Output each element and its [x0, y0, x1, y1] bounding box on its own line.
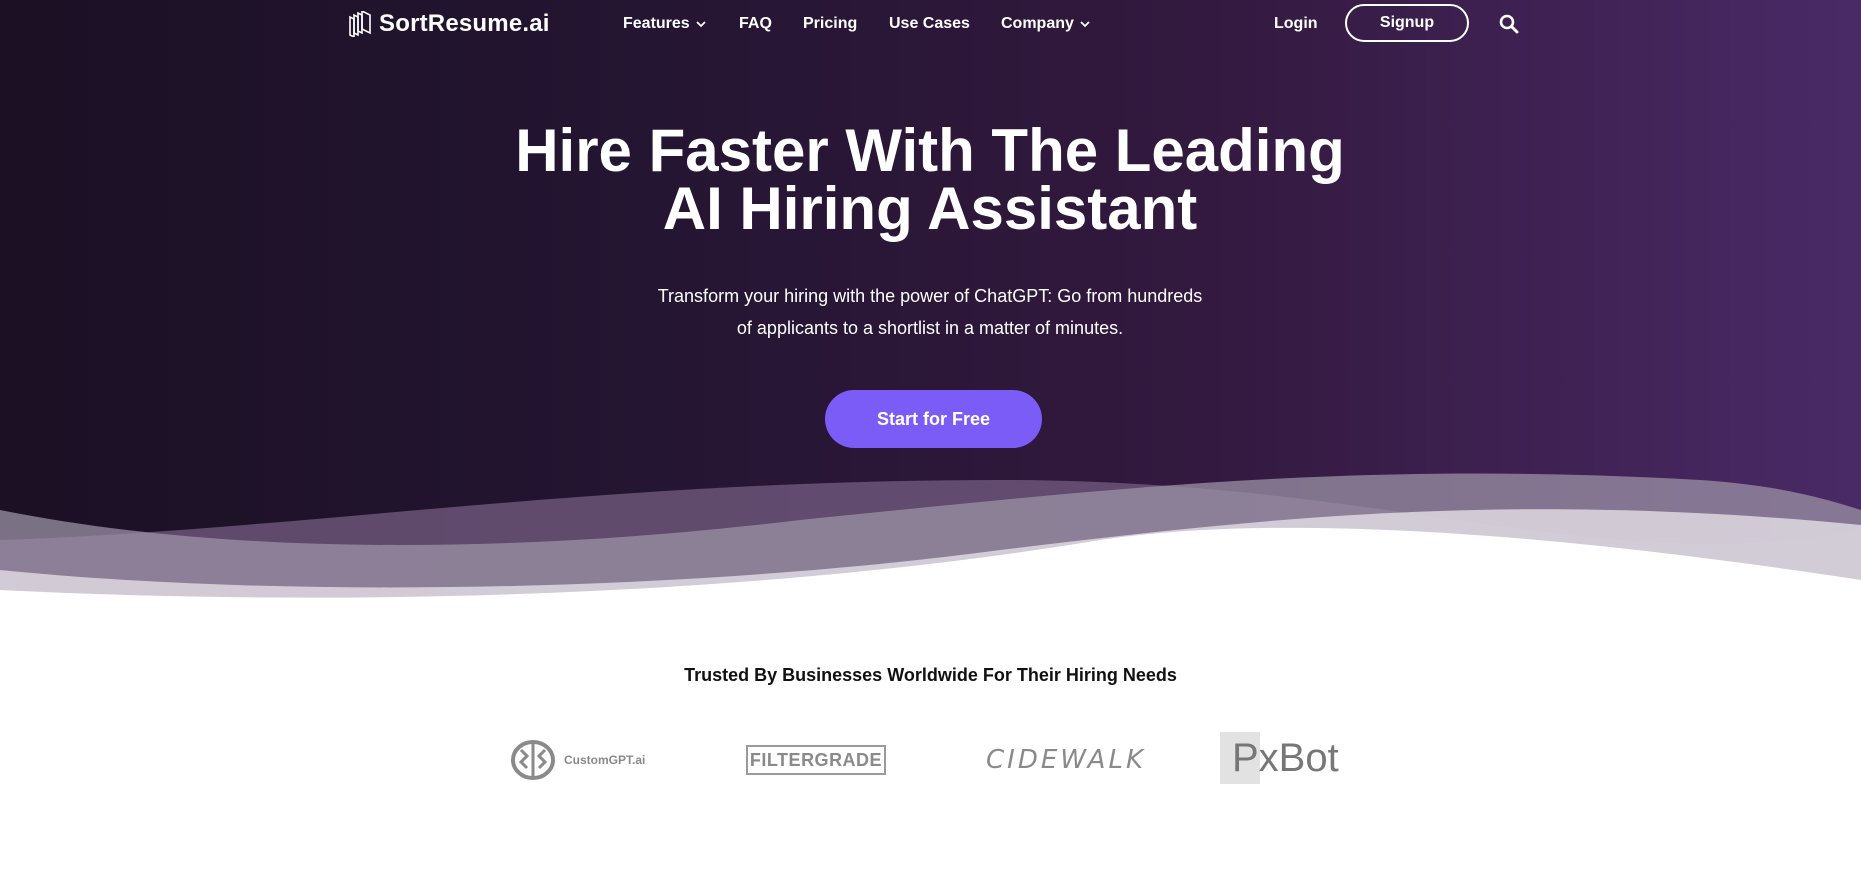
logo-label: PxBot	[1232, 736, 1339, 780]
nav-item-company[interactable]: Company	[1001, 15, 1090, 33]
search-icon[interactable]	[1499, 14, 1519, 34]
logo-filtergrade: FILTERGRADE	[746, 745, 886, 775]
signup-button[interactable]: Signup	[1345, 4, 1469, 42]
top-navigation: SortResume.ai Features FAQ Pricing Use C…	[0, 0, 1861, 50]
logo-customgpt: CustomGPT.ai	[510, 738, 645, 782]
nav-item-faq[interactable]: FAQ	[739, 15, 772, 33]
logo-text: SortResume.ai	[379, 10, 550, 37]
subtext-line: Transform your hiring with the power of …	[657, 286, 1203, 306]
nav-item-label: Use Cases	[889, 15, 970, 32]
headline-line: AI Hiring Assistant	[662, 175, 1198, 242]
nav-item-pricing[interactable]: Pricing	[803, 15, 857, 33]
hero-section: SortResume.ai Features FAQ Pricing Use C…	[0, 0, 1861, 620]
brain-icon	[511, 740, 555, 780]
nav-item-use-cases[interactable]: Use Cases	[889, 15, 970, 33]
login-link[interactable]: Login	[1274, 15, 1318, 33]
nav-item-label: FAQ	[739, 15, 772, 32]
nav-item-features[interactable]: Features	[623, 15, 706, 33]
logo-pxbot: PxBot	[1220, 732, 1339, 784]
chevron-down-icon	[1080, 21, 1090, 28]
logo-cidewalk: CIDEWALK	[986, 745, 1147, 775]
logo-label: CustomGPT.ai	[564, 753, 646, 767]
hero-headline: Hire Faster With The Leading AI Hiring A…	[380, 117, 1480, 242]
trusted-title: Trusted By Businesses Worldwide For Thei…	[684, 665, 1177, 685]
nav-item-label: Company	[1001, 15, 1074, 32]
headline-line: Hire Faster With The Leading	[515, 117, 1345, 184]
nav-item-label: Features	[623, 15, 690, 32]
start-for-free-button[interactable]: Start for Free	[825, 390, 1042, 448]
logo-icon	[349, 11, 371, 37]
site-logo[interactable]: SortResume.ai	[348, 10, 550, 38]
hero-subtext: Transform your hiring with the power of …	[580, 280, 1280, 344]
nav-item-label: Pricing	[803, 15, 858, 32]
chevron-down-icon	[696, 21, 706, 28]
hero-wave-divider	[0, 473, 1861, 620]
subtext-line: of applicants to a shortlist in a matter…	[736, 318, 1124, 338]
client-logos: CustomGPT.ai FILTERGRADE CIDEWALK PxBot	[0, 730, 1861, 790]
